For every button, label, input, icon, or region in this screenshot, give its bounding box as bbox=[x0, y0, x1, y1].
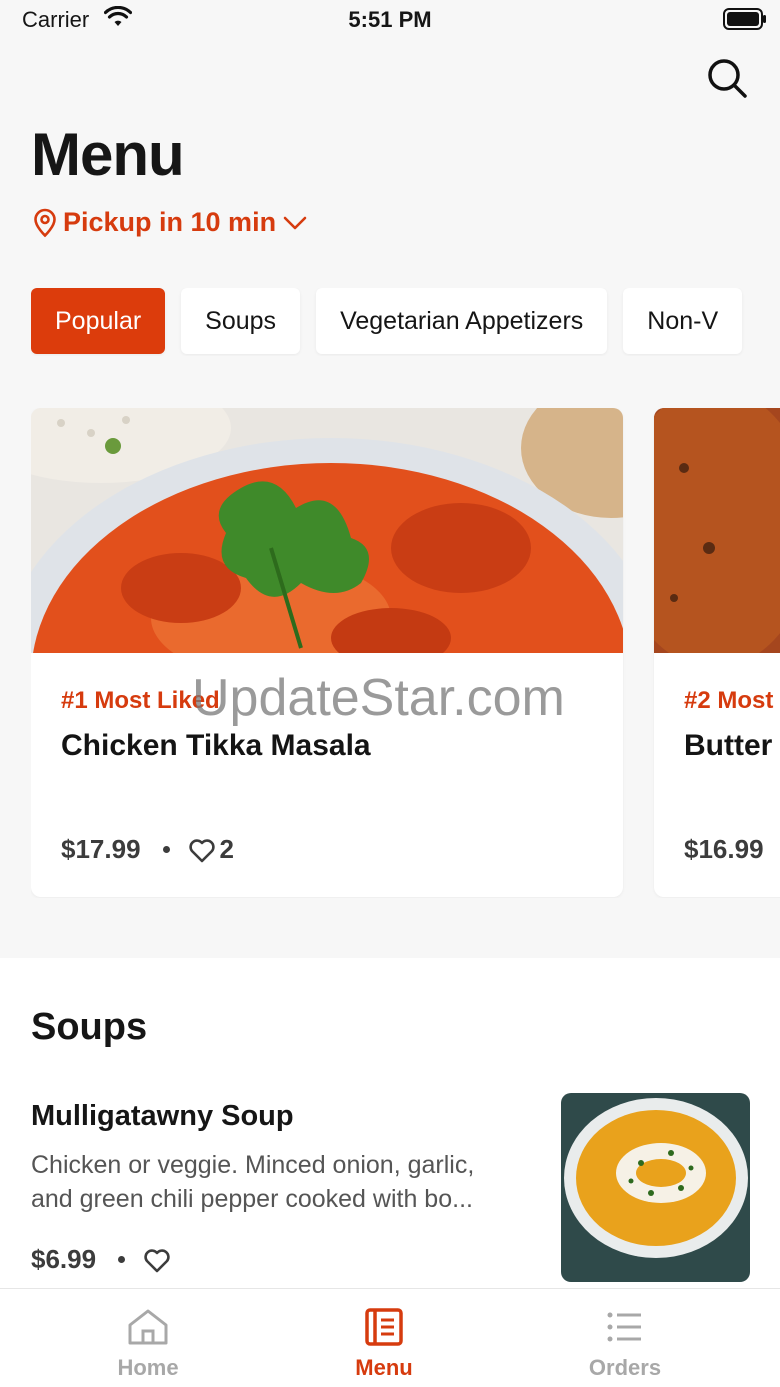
tab-label: Home bbox=[117, 1355, 179, 1380]
card-dish-name: Butter bbox=[684, 729, 773, 762]
category-tabs: Popular Soups Vegetarian Appetizers Non-… bbox=[31, 288, 780, 356]
search-icon bbox=[708, 59, 747, 98]
separator-dot bbox=[162, 846, 170, 853]
food-photo bbox=[31, 408, 623, 653]
like-count: 2 bbox=[219, 834, 234, 864]
popular-carousel: #1 Most Liked Chicken Tikka Masala $17.9… bbox=[31, 408, 780, 898]
chevron-down-icon bbox=[283, 216, 307, 229]
status-bar: Carrier 5:51 PM bbox=[0, 0, 780, 40]
menu-item-description: Chicken or veggie. Minced onion, garlic,… bbox=[31, 1148, 541, 1216]
search-button[interactable] bbox=[705, 56, 749, 100]
menu-item-name[interactable]: Mulligatawny Soup bbox=[31, 1100, 294, 1133]
card-meta: $16.99 bbox=[684, 834, 764, 865]
category-chip-soups[interactable]: Soups bbox=[181, 288, 301, 354]
separator-dot bbox=[118, 1256, 126, 1263]
soups-section: Soups Mulligatawny Soup Chicken or veggi… bbox=[0, 958, 780, 1288]
tab-bar: Home Menu Orders bbox=[0, 1288, 780, 1387]
tab-menu[interactable]: Menu bbox=[314, 1307, 454, 1381]
popular-card[interactable]: #1 Most Liked Chicken Tikka Masala $17.9… bbox=[31, 408, 623, 897]
menu-item-meta: $6.99 bbox=[31, 1244, 171, 1275]
heart-icon bbox=[188, 838, 215, 862]
mulligatawny-soup-image[interactable] bbox=[561, 1093, 750, 1282]
tab-label: Menu bbox=[355, 1355, 413, 1380]
location-pin-icon bbox=[34, 208, 56, 237]
category-chip-vegetarian-appetizers[interactable]: Vegetarian Appetizers bbox=[316, 288, 608, 354]
card-rank-label: #2 Most bbox=[684, 687, 774, 714]
card-price: $17.99 bbox=[61, 834, 141, 864]
menu-item-price: $6.99 bbox=[31, 1244, 97, 1274]
card-meta: $17.99 2 bbox=[61, 834, 234, 865]
tab-label: Orders bbox=[588, 1355, 662, 1380]
card-dish-name: Chicken Tikka Masala bbox=[61, 729, 371, 762]
food-photo bbox=[561, 1093, 750, 1282]
description-line: Chicken or veggie. Minced onion, garlic, bbox=[31, 1151, 475, 1179]
watermark: UpdateStar.com bbox=[192, 669, 565, 727]
popular-card[interactable]: #2 Most Butter $16.99 bbox=[654, 408, 780, 897]
like-button[interactable]: 2 bbox=[188, 834, 234, 865]
description-line: and green chili pepper cooked with bo... bbox=[31, 1185, 473, 1213]
pickup-selector[interactable]: Pickup in 10 min bbox=[33, 207, 308, 238]
tab-home[interactable]: Home bbox=[78, 1307, 218, 1381]
butter-chicken-image bbox=[654, 408, 780, 653]
section-title: Soups bbox=[31, 1006, 148, 1048]
food-photo bbox=[654, 408, 780, 653]
status-time: 5:51 PM bbox=[348, 7, 432, 32]
home-icon bbox=[128, 1309, 168, 1345]
heart-icon[interactable] bbox=[143, 1247, 171, 1273]
category-chip-popular[interactable]: Popular bbox=[31, 288, 166, 354]
chicken-tikka-masala-image bbox=[31, 408, 623, 653]
pickup-label: Pickup in 10 min bbox=[63, 207, 277, 237]
card-price: $16.99 bbox=[684, 834, 764, 864]
battery-icon bbox=[723, 8, 766, 30]
menu-icon bbox=[365, 1308, 403, 1346]
tab-orders[interactable]: Orders bbox=[555, 1307, 695, 1381]
list-icon bbox=[607, 1312, 641, 1342]
category-chip-non-vegetarian[interactable]: Non-V bbox=[623, 288, 743, 354]
page-title: Menu bbox=[31, 121, 185, 188]
